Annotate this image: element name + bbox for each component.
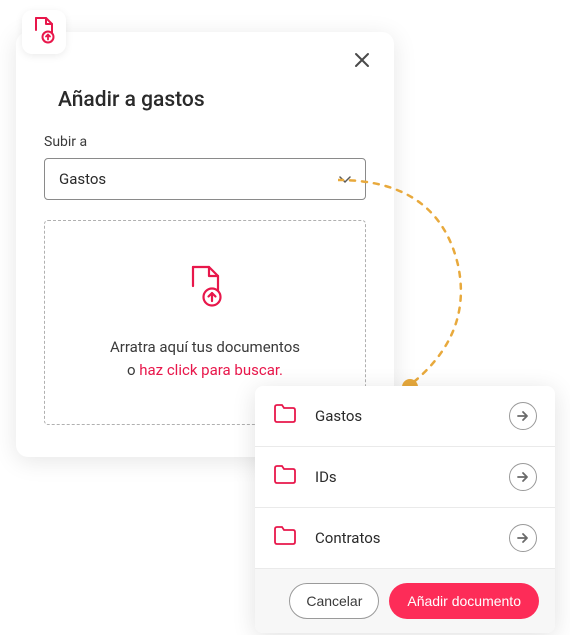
arrow-right-button[interactable] — [509, 402, 537, 430]
arrow-right-button[interactable] — [509, 463, 537, 491]
arrow-right-icon — [516, 407, 530, 426]
folder-label: IDs — [315, 468, 509, 486]
document-upload-icon — [31, 16, 57, 48]
folder-panel: Gastos IDs — [255, 386, 555, 633]
dropzone-browse-link[interactable]: haz click para buscar. — [139, 361, 283, 379]
modal-title: Añadir a gastos — [58, 88, 366, 112]
destination-select[interactable]: Gastos — [44, 158, 366, 200]
panel-footer: Cancelar Añadir documento — [255, 569, 555, 633]
folder-label: Gastos — [315, 407, 509, 425]
caret-down-icon — [339, 170, 351, 188]
folder-icon — [273, 404, 297, 428]
close-icon — [353, 51, 371, 73]
folder-item-gastos[interactable]: Gastos — [255, 386, 555, 447]
folder-icon — [273, 465, 297, 489]
folder-item-ids[interactable]: IDs — [255, 447, 555, 508]
upload-badge — [22, 10, 66, 54]
select-value: Gastos — [59, 170, 106, 188]
field-label: Subir a — [44, 134, 366, 150]
add-document-button[interactable]: Añadir documento — [389, 583, 539, 619]
document-upload-icon — [185, 264, 225, 312]
arrow-right-icon — [516, 529, 530, 548]
close-button[interactable] — [350, 50, 374, 74]
cancel-button[interactable]: Cancelar — [289, 583, 379, 619]
arrow-right-icon — [516, 468, 530, 487]
dropzone-text: Arratra aquí tus documentos o haz click … — [110, 336, 300, 381]
folder-label: Contratos — [315, 529, 509, 547]
folder-item-contratos[interactable]: Contratos — [255, 508, 555, 569]
arrow-right-button[interactable] — [509, 524, 537, 552]
folder-icon — [273, 526, 297, 550]
